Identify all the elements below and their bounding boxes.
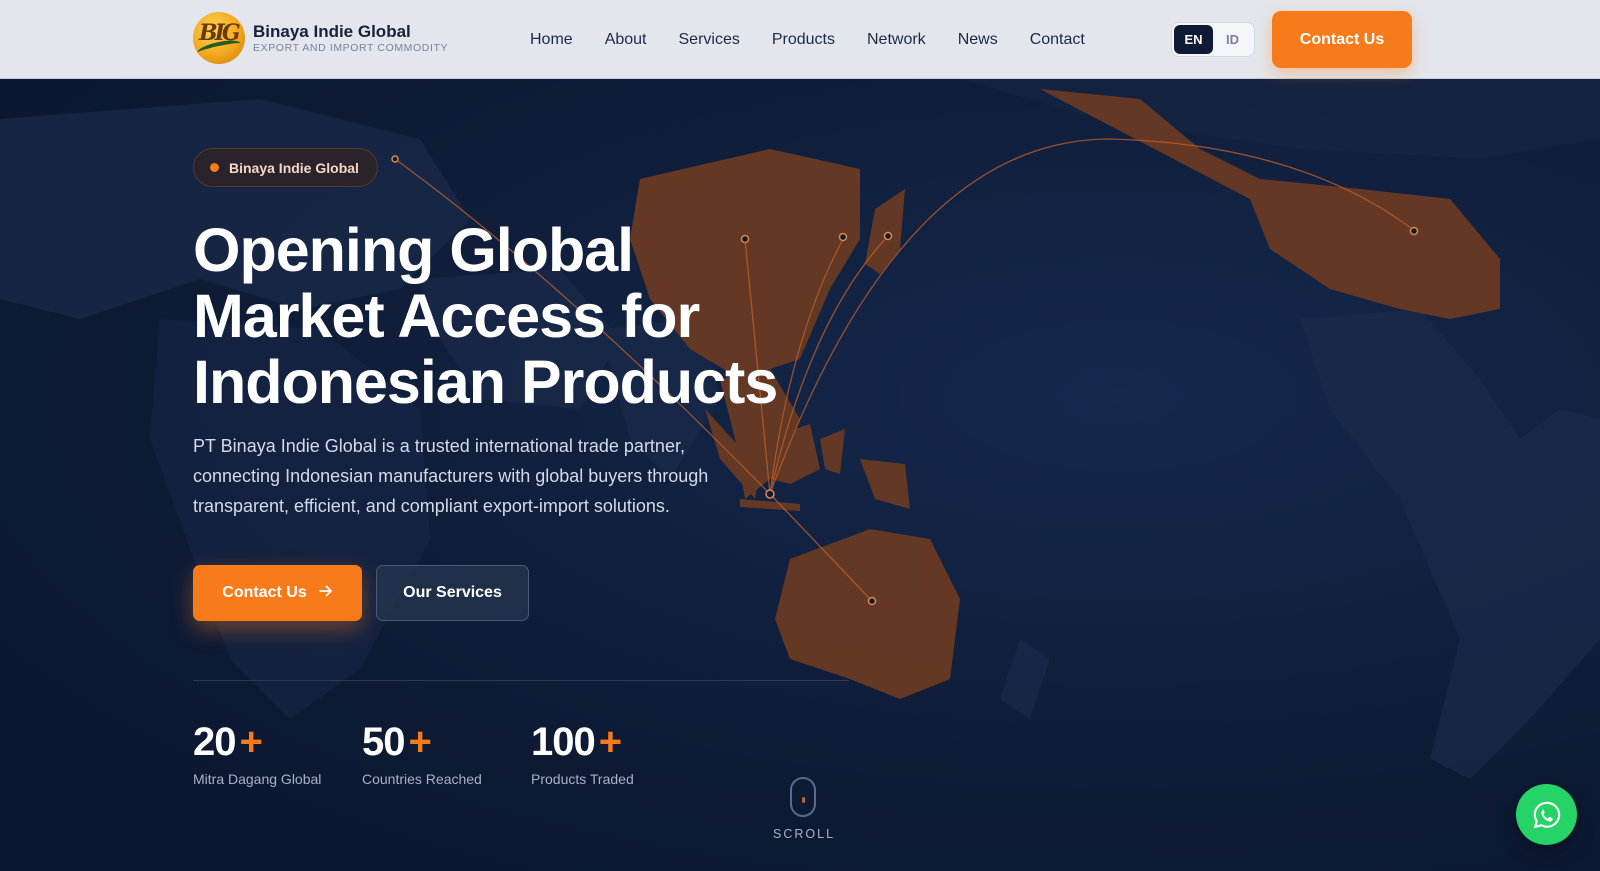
whatsapp-button[interactable]: [1516, 784, 1577, 845]
our-services-button[interactable]: Our Services: [376, 565, 529, 621]
hero-eyebrow-badge: Binaya Indie Global: [193, 148, 378, 187]
brand-name: Binaya Indie Global: [253, 21, 411, 41]
lang-en-button[interactable]: EN: [1174, 25, 1213, 54]
nav-services[interactable]: Services: [679, 31, 740, 49]
whatsapp-icon: [1533, 801, 1560, 828]
nav-products[interactable]: Products: [772, 31, 835, 49]
node-europe: [391, 155, 399, 163]
nav-about[interactable]: About: [605, 31, 647, 49]
stat-value: 50 +: [362, 719, 482, 765]
stat-label: Countries Reached: [362, 771, 482, 787]
landmass-new-zealand: [1000, 639, 1050, 719]
eyebrow-text: Binaya Indie Global: [229, 159, 359, 176]
brand-tagline: EXPORT AND IMPORT COMMODITY: [253, 41, 449, 54]
stat-number: 20: [193, 720, 236, 764]
mouse-icon: [790, 777, 816, 817]
eyebrow-dot-icon: [210, 163, 219, 172]
land-australia: [775, 529, 960, 699]
stat-number: 50: [362, 720, 405, 764]
scroll-indicator[interactable]: SCROLL: [773, 777, 833, 841]
hero-title: Opening Global Market Access for Indones…: [193, 217, 893, 415]
logo-icon: BIG: [193, 12, 245, 64]
hero-contact-button-label: Contact Us: [222, 584, 307, 601]
stat-number: 100: [531, 720, 596, 764]
hero-contact-button[interactable]: Contact Us: [193, 565, 362, 621]
stat-plus: +: [239, 720, 263, 764]
stat-products: 100 + Products Traded: [531, 719, 634, 787]
stat-label: Mitra Dagang Global: [193, 771, 322, 787]
brand-text: Binaya Indie Global EXPORT AND IMPORT CO…: [253, 22, 448, 55]
hero-divider: [193, 680, 849, 681]
land-papua: [860, 459, 910, 509]
stat-value: 20 +: [193, 719, 321, 765]
hero-title-line-1: Opening Global: [193, 216, 634, 284]
brand[interactable]: BIG Binaya Indie Global EXPORT AND IMPOR…: [193, 12, 448, 64]
landmass-americas: [1300, 309, 1600, 779]
header-contact-button[interactable]: Contact Us: [1272, 11, 1412, 68]
lang-id-button[interactable]: ID: [1213, 25, 1252, 54]
scroll-label: SCROLL: [773, 827, 836, 841]
node-australia: [867, 596, 877, 606]
stat-value: 100 +: [531, 719, 634, 765]
nav-network[interactable]: Network: [867, 31, 926, 49]
nav-contact[interactable]: Contact: [1030, 31, 1085, 49]
language-toggle: EN ID: [1171, 22, 1255, 57]
stat-countries: 50 + Countries Reached: [362, 719, 482, 787]
stat-label: Products Traded: [531, 771, 634, 787]
hero-title-line-3: Indonesian Products: [193, 348, 778, 416]
navbar: BIG Binaya Indie Global EXPORT AND IMPOR…: [0, 0, 1600, 79]
hero-description: PT Binaya Indie Global is a trusted inte…: [193, 436, 709, 516]
land-sulawesi: [820, 429, 845, 474]
arrow-right-icon: [318, 584, 333, 602]
nav-news[interactable]: News: [958, 31, 998, 49]
stat-plus: +: [408, 720, 432, 764]
node-usa: [1409, 226, 1419, 236]
stat-plus: +: [598, 720, 622, 764]
node-indonesia: [765, 489, 775, 499]
hero-section: Binaya Indie Global Opening Global Marke…: [0, 79, 1600, 871]
nav-home[interactable]: Home: [530, 31, 573, 49]
main-nav: Home About Services Products Network New…: [530, 0, 1117, 79]
stat-trade-partners: 20 + Mitra Dagang Global: [193, 719, 321, 787]
hero-title-line-2: Market Access for: [193, 282, 700, 350]
